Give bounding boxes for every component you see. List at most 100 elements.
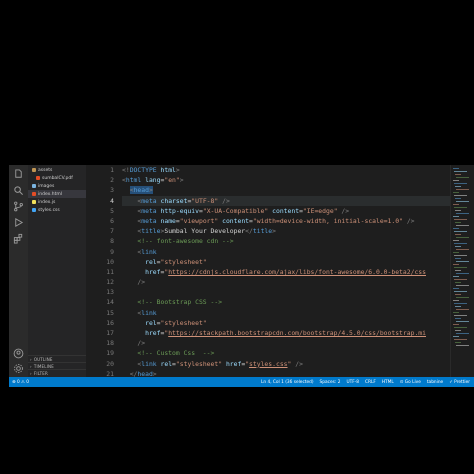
line-number: 8 bbox=[110, 237, 114, 246]
code-token: "IE=edge" bbox=[302, 206, 338, 215]
file-type-icon bbox=[32, 200, 36, 204]
code-line[interactable]: <!-- Custom Css --> bbox=[122, 348, 452, 358]
code-line[interactable]: <title>Sumbal Your Developer</title> bbox=[122, 226, 452, 236]
minimap-line bbox=[455, 222, 461, 223]
minimap-line bbox=[456, 321, 469, 322]
code-line[interactable]: <html lang="en"> bbox=[122, 175, 452, 185]
code-line[interactable]: <link bbox=[122, 247, 452, 257]
activity-bar bbox=[9, 165, 28, 377]
code-token: content bbox=[272, 206, 300, 215]
minimap-line bbox=[456, 201, 469, 202]
minimap-line bbox=[453, 228, 459, 229]
line-number: 19 bbox=[106, 349, 114, 358]
minimap-line bbox=[454, 339, 467, 340]
code-token: meta bbox=[141, 196, 157, 205]
minimap-line bbox=[453, 288, 459, 289]
minimap-line bbox=[456, 213, 469, 214]
code-line[interactable]: rel="stylesheet" bbox=[122, 257, 452, 267]
source-control-icon[interactable] bbox=[12, 200, 25, 213]
line-number: 15 bbox=[106, 308, 114, 317]
code-line[interactable]: <link rel="stylesheet" href="styles.css"… bbox=[122, 359, 452, 369]
code-token: charset bbox=[160, 196, 188, 205]
minimap-line bbox=[454, 183, 467, 184]
code-line[interactable]: <!-- Bootstrap CSS --> bbox=[122, 297, 452, 307]
file-tree-item[interactable]: index.js bbox=[28, 198, 86, 206]
code-token: content bbox=[222, 216, 250, 225]
code-line[interactable]: <meta name="viewport" content="width=dev… bbox=[122, 216, 452, 226]
files-icon[interactable] bbox=[12, 168, 25, 181]
minimap-line bbox=[454, 315, 467, 316]
code-line[interactable]: <!-- font-awesome cdn --> bbox=[122, 236, 452, 246]
minimap-line bbox=[454, 255, 467, 256]
code-line[interactable]: <link bbox=[122, 308, 452, 318]
code-line[interactable]: href="https://stackpath.bootstrapcdn.com… bbox=[122, 328, 452, 338]
code-token: "en" bbox=[164, 176, 180, 185]
code-token: <!-- Bootstrap CSS --> bbox=[137, 298, 223, 307]
minimap[interactable] bbox=[450, 165, 474, 377]
status-item[interactable]: CRLF bbox=[365, 380, 376, 385]
code-line[interactable]: <head> bbox=[122, 185, 452, 195]
code-token: styles.css bbox=[249, 359, 288, 368]
code-area[interactable]: <!DOCTYPE html> <html lang="en"> <head> <… bbox=[122, 165, 452, 379]
line-number: 5 bbox=[110, 206, 114, 215]
filter-panel[interactable]: › FILTER bbox=[28, 369, 86, 377]
status-item[interactable]: UTF-8 bbox=[346, 380, 359, 385]
search-icon[interactable] bbox=[12, 184, 25, 197]
code-token: rel bbox=[145, 318, 157, 327]
file-tree-item[interactable]: index.html bbox=[28, 190, 86, 198]
minimap-line bbox=[455, 186, 461, 187]
extensions-icon[interactable] bbox=[12, 232, 25, 245]
filter-label: FILTER bbox=[33, 371, 48, 376]
settings-gear-icon[interactable] bbox=[12, 362, 25, 375]
minimap-line bbox=[453, 192, 459, 193]
status-item[interactable]: HTML bbox=[382, 380, 394, 385]
file-tree-item[interactable]: sumbalCV.pdf bbox=[28, 174, 86, 182]
code-line[interactable]: href="https://cdnjs.cloudflare.com/ajax/… bbox=[122, 267, 452, 277]
code-line[interactable] bbox=[122, 287, 452, 297]
code-line[interactable]: /> bbox=[122, 277, 452, 287]
account-icon[interactable] bbox=[12, 347, 25, 360]
file-tree-item-label: index.js bbox=[38, 199, 56, 205]
minimap-line bbox=[456, 189, 469, 190]
file-tree-item[interactable]: assets bbox=[28, 166, 86, 174]
code-line[interactable]: <!DOCTYPE html> bbox=[122, 165, 452, 175]
run-debug-icon[interactable] bbox=[12, 216, 25, 229]
code-editor[interactable]: 1 2 3 4 5 6 7 8 9 10 11 12 13 14 15 16 17 18 19 20 21 <!DOCT… bbox=[86, 165, 452, 379]
code-token: html bbox=[160, 166, 176, 174]
status-item[interactable]: Spaces: 2 bbox=[320, 380, 341, 385]
code-token: "X-UA-Compatible" bbox=[202, 206, 269, 215]
minimap-line bbox=[454, 231, 467, 232]
code-token: "stylesheet" bbox=[160, 318, 207, 327]
file-tree-item-label: styles.css bbox=[38, 207, 60, 213]
minimap-line bbox=[455, 210, 461, 211]
code-token: <!-- font-awesome cdn --> bbox=[137, 237, 234, 246]
code-line[interactable]: <meta charset="UTF-8" /> bbox=[122, 195, 452, 206]
code-token: <!-- Custom Css --> bbox=[137, 349, 215, 358]
code-line[interactable]: /> bbox=[122, 338, 452, 348]
minimap-line bbox=[456, 237, 469, 238]
minimap-line bbox=[454, 207, 467, 208]
code-line[interactable]: rel="stylesheet" bbox=[122, 318, 452, 328]
problems-indicator[interactable]: ⊗ 0 ⚠ 0 bbox=[12, 380, 29, 385]
code-line[interactable]: <meta http-equiv="X-UA-Compatible" conte… bbox=[122, 206, 452, 216]
file-tree-item[interactable]: styles.css bbox=[28, 206, 86, 214]
line-number: 9 bbox=[110, 247, 114, 256]
file-tree-item[interactable]: images bbox=[28, 182, 86, 190]
code-token: https://stackpath.bootstrapcdn.com/boots… bbox=[168, 329, 426, 337]
status-item[interactable]: Ln 4, Col 1 (36 selected) bbox=[261, 380, 314, 385]
status-item[interactable]: ✓ Prettier bbox=[449, 380, 470, 385]
status-item[interactable]: tabnine bbox=[427, 380, 443, 385]
minimap-line bbox=[453, 216, 459, 217]
code-token: href bbox=[145, 267, 161, 276]
code-token: rel bbox=[145, 257, 157, 266]
status-item[interactable]: ⊙ Go Live bbox=[400, 380, 421, 385]
minimap-line bbox=[453, 180, 459, 181]
line-number: 6 bbox=[110, 216, 114, 225]
code-token: < bbox=[129, 186, 134, 195]
minimap-line bbox=[455, 318, 461, 319]
minimap-line bbox=[456, 273, 469, 274]
